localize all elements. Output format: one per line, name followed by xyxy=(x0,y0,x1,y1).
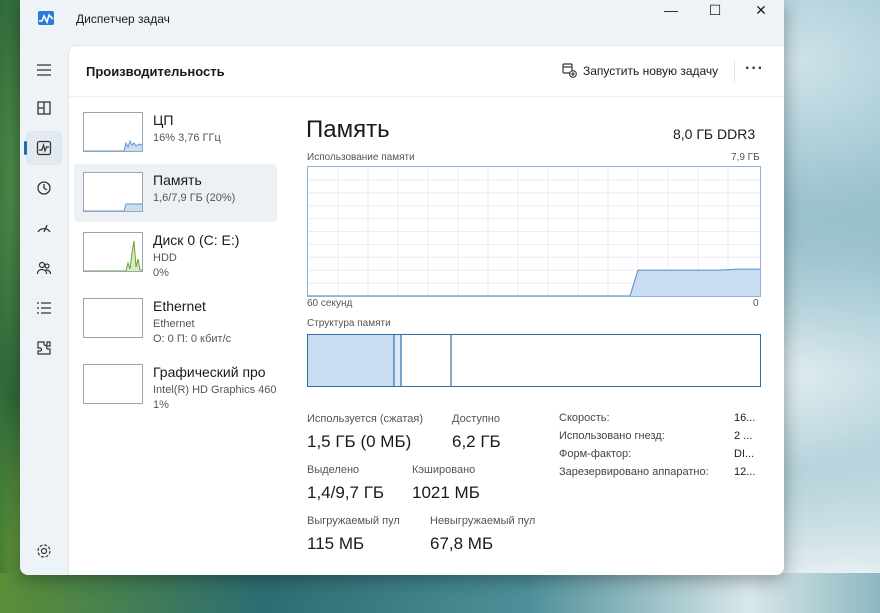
hamburger-menu-icon xyxy=(37,64,51,76)
memory-composition-bar xyxy=(307,334,761,387)
hamburger-menu-button[interactable] xyxy=(26,53,62,87)
cached-label: Кэшировано xyxy=(412,464,476,476)
page-title: Производительность xyxy=(86,64,225,79)
nav-startup-apps[interactable] xyxy=(26,211,62,245)
nav-settings[interactable] xyxy=(26,534,62,568)
resource-detail: HDD xyxy=(153,252,177,264)
resource-detail: 1,6/7,9 ГБ (20%) xyxy=(153,192,236,204)
resource-name: ЦП xyxy=(153,112,174,128)
memory-thumbnail-graph xyxy=(83,172,143,212)
resource-cpu[interactable]: ЦП 16% 3,76 ГГц xyxy=(74,104,277,162)
navigation-rail xyxy=(20,50,68,575)
nonpaged-pool-value: 67,8 МБ xyxy=(430,534,494,553)
nav-performance[interactable] xyxy=(24,131,62,165)
time-axis-left: 60 секунд xyxy=(307,298,353,309)
nav-users[interactable] xyxy=(26,251,62,285)
run-new-task-label: Запустить новую задачу xyxy=(583,63,719,78)
cpu-thumbnail-graph xyxy=(83,112,143,152)
resource-name: Память xyxy=(153,172,202,188)
paged-pool-value: 115 МБ xyxy=(307,534,365,553)
nav-services[interactable] xyxy=(26,331,62,365)
content-pane: Производительность Запустить новую задач… xyxy=(68,45,784,575)
page-header: Производительность Запустить новую задач… xyxy=(69,46,784,97)
speed-label: Скорость: xyxy=(559,412,610,424)
more-options-button[interactable]: ··· xyxy=(745,60,764,78)
in-use-value: 1,5 ГБ (0 МБ) xyxy=(307,432,412,451)
app-history-icon xyxy=(37,181,51,195)
users-icon xyxy=(36,261,52,275)
memory-type: 8,0 ГБ DDR3 xyxy=(673,126,756,142)
services-icon xyxy=(37,341,51,355)
run-task-icon xyxy=(562,63,577,78)
minimize-button[interactable]: — xyxy=(648,0,694,20)
modified-segment xyxy=(395,335,401,386)
performance-icon xyxy=(36,140,52,156)
resource-name: Ethernet xyxy=(153,298,206,314)
resource-detail: Ethernet xyxy=(153,318,195,330)
memory-title: Память xyxy=(306,116,390,143)
in-use-segment xyxy=(308,335,394,386)
resource-ethernet[interactable]: Ethernet Ethernet О: 0 П: 0 кбит/с xyxy=(74,290,277,348)
resource-detail-2: О: 0 П: 0 кбит/с xyxy=(153,333,232,345)
slots-label: Использовано гнезд: xyxy=(559,430,665,442)
close-button[interactable]: ✕ xyxy=(738,0,784,20)
time-axis-right: 0 xyxy=(753,298,759,309)
slots-value: 2 ... xyxy=(734,430,753,442)
settings-icon xyxy=(37,544,51,558)
speed-value: 16... xyxy=(734,412,756,424)
resource-detail-2: 0% xyxy=(153,267,169,279)
gpu-thumbnail-graph xyxy=(83,364,143,404)
resource-detail: 16% 3,76 ГГц xyxy=(153,132,221,144)
nav-details[interactable] xyxy=(26,291,62,325)
startup-apps-icon xyxy=(37,224,51,233)
hardware-reserved-value: 12... xyxy=(734,466,756,478)
disk-thumbnail-graph xyxy=(83,232,143,272)
run-new-task-button[interactable]: Запустить новую задачу xyxy=(562,63,718,78)
cached-value: 1021 МБ xyxy=(412,483,480,502)
resource-name: Графический про xyxy=(153,364,266,380)
nav-processes[interactable] xyxy=(26,91,62,125)
header-divider xyxy=(734,60,735,82)
task-manager-app-icon xyxy=(38,11,54,25)
title-bar[interactable]: Диспетчер задач — ☐ ✕ xyxy=(20,0,784,40)
resource-memory[interactable]: Память 1,6/7,9 ГБ (20%) xyxy=(74,164,277,222)
form-factor-value: DI... xyxy=(734,448,755,460)
resource-gpu[interactable]: Графический про Intel(R) HD Graphics 460… xyxy=(74,356,277,414)
form-factor-label: Форм-фактор: xyxy=(559,448,632,460)
structure-label: Структура памяти xyxy=(307,318,391,329)
active-indicator xyxy=(24,141,27,155)
task-manager-window: Диспетчер задач — ☐ ✕ Производительность… xyxy=(20,0,784,575)
maximize-button[interactable]: ☐ xyxy=(692,0,738,20)
committed-value: 1,4/9,7 ГБ xyxy=(307,483,385,502)
paged-pool-label: Выгружаемый пул xyxy=(307,515,400,527)
resource-detail-2: 1% xyxy=(153,399,169,411)
usage-graph-label: Использование памяти xyxy=(307,152,415,163)
memory-usage-graph xyxy=(307,166,761,297)
committed-label: Выделено xyxy=(307,464,360,476)
ethernet-thumbnail-graph xyxy=(83,298,143,338)
resource-name: Диск 0 (C: E:) xyxy=(153,232,240,248)
nonpaged-pool-label: Невыгружаемый пул xyxy=(430,515,536,527)
processes-icon xyxy=(37,101,51,115)
resource-disk[interactable]: Диск 0 (C: E:) HDD 0% xyxy=(74,224,277,282)
usage-graph-max: 7,9 ГБ xyxy=(731,152,760,163)
hardware-reserved-label: Зарезервировано аппаратно: xyxy=(559,466,709,478)
details-icon xyxy=(37,302,51,314)
available-label: Доступно xyxy=(452,413,501,425)
in-use-label: Используется (сжатая) xyxy=(307,413,424,425)
available-value: 6,2 ГБ xyxy=(452,432,501,451)
window-title: Диспетчер задач xyxy=(76,12,170,26)
resource-detail: Intel(R) HD Graphics 460 xyxy=(153,384,277,396)
nav-app-history[interactable] xyxy=(26,171,62,205)
